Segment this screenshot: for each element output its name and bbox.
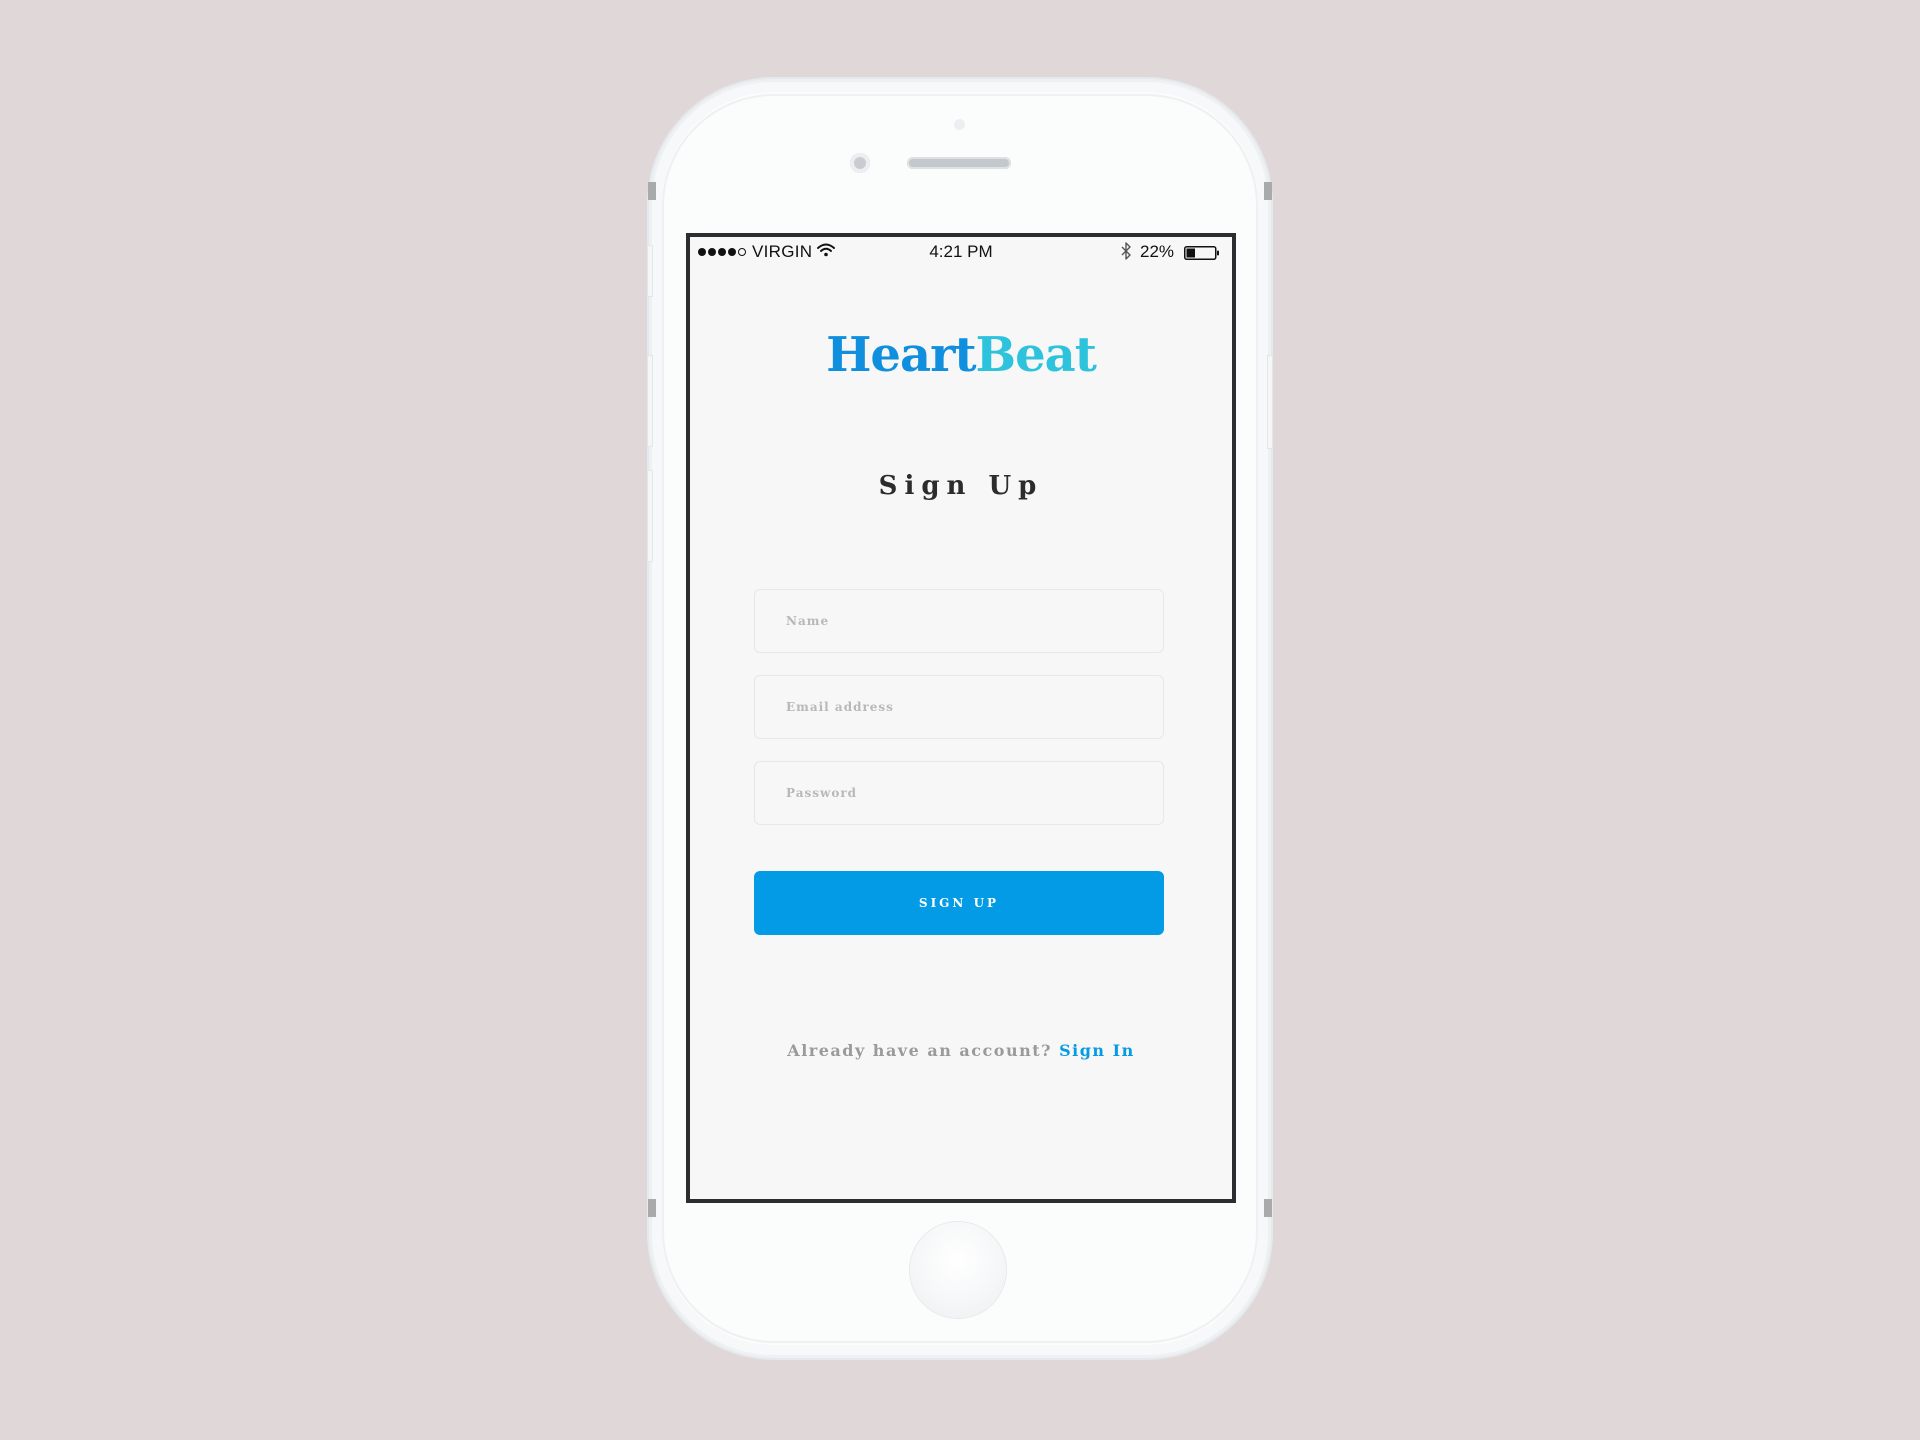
phone-screen: VIRGIN 4:21 PM 22% HeartBeat Sign Up Nam… [686, 233, 1236, 1203]
name-field[interactable] [754, 589, 1164, 653]
logo-text-beat: Beat [975, 327, 1097, 383]
app-logo: HeartBeat [690, 327, 1232, 383]
volume-down-button [647, 470, 653, 562]
sign-in-prompt-text: Already have an account? [787, 1041, 1052, 1060]
sign-in-link[interactable]: Sign In [1059, 1041, 1135, 1060]
sign-up-button[interactable]: SIGN UP [754, 871, 1164, 935]
mute-switch [647, 245, 653, 297]
antenna-line [648, 182, 656, 200]
antenna-line [1264, 182, 1272, 200]
sign-in-prompt: Already have an account? Sign In [690, 1041, 1232, 1060]
volume-up-button [647, 355, 653, 447]
phone-mockup: VIRGIN 4:21 PM 22% HeartBeat Sign Up Nam… [647, 82, 1273, 1355]
battery-fill [1186, 248, 1195, 258]
logo-text-heart: Heart [826, 327, 976, 383]
password-field[interactable] [754, 761, 1164, 825]
bluetooth-icon [1121, 242, 1131, 260]
earpiece-speaker [907, 157, 1011, 169]
status-bar: VIRGIN 4:21 PM 22% [690, 237, 1232, 267]
home-button[interactable] [910, 1222, 1006, 1318]
front-camera [850, 153, 870, 173]
battery-percent: 22% [1140, 242, 1175, 261]
antenna-line [648, 1199, 656, 1217]
page-title: Sign Up [878, 471, 1044, 501]
battery-icon [1184, 246, 1219, 260]
proximity-sensor [954, 119, 965, 130]
antenna-line [1264, 1199, 1272, 1217]
email-field[interactable] [754, 675, 1164, 739]
power-button [1267, 355, 1273, 449]
